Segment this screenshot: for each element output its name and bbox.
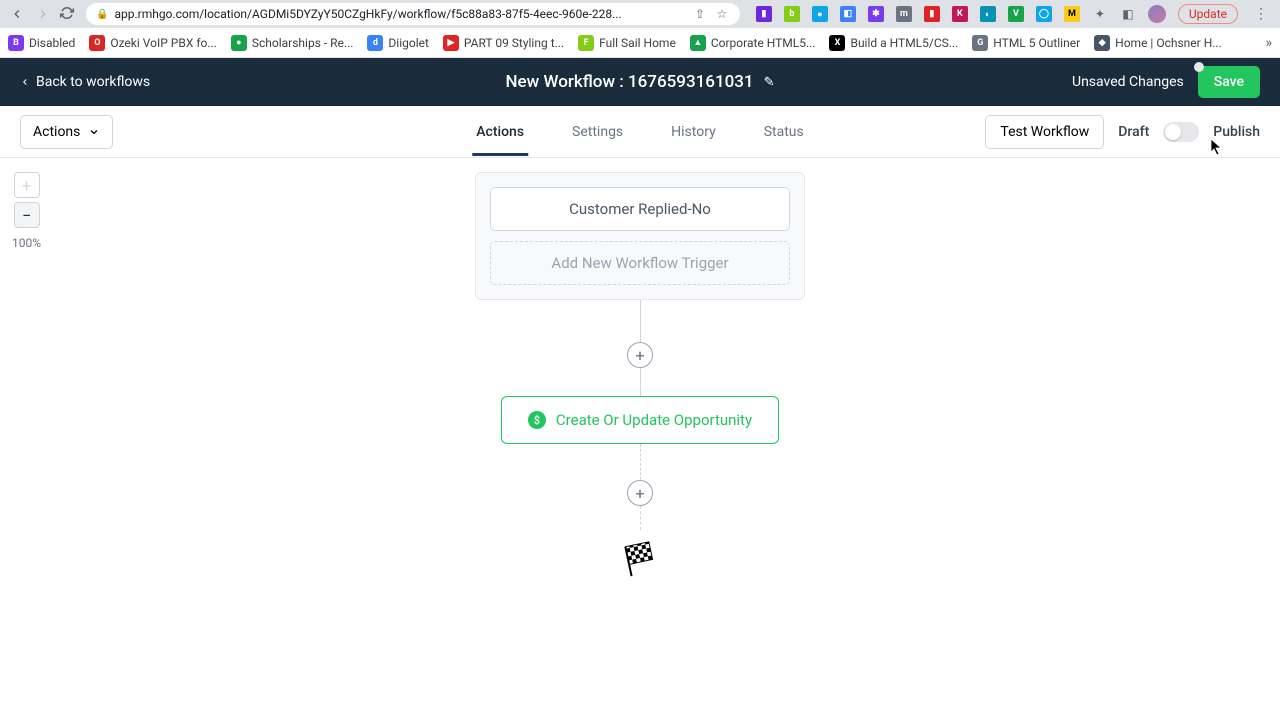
workflow-title: New Workflow : 1676593161031 ✎ <box>505 72 774 92</box>
url-text: app.rmhgo.com/location/AGDMi5DYZyY50CZgH… <box>114 7 685 21</box>
share-icon[interactable]: ⇧ <box>692 6 708 22</box>
trigger-node[interactable]: Customer Replied-No <box>490 187 790 231</box>
actions-label: Actions <box>33 124 80 140</box>
bookmark-item[interactable]: ◆Home | Ochsner H... <box>1094 35 1222 51</box>
test-workflow-button[interactable]: Test Workflow <box>985 115 1104 149</box>
bookmark-label: HTML 5 Outliner <box>993 36 1080 50</box>
zoom-controls: + − 100% <box>12 172 41 250</box>
reload-button[interactable] <box>60 5 78 23</box>
extension-icon[interactable]: ▮ <box>756 6 772 22</box>
extension-icon[interactable]: ● <box>812 6 828 22</box>
connector-line-dashed <box>640 444 641 480</box>
tab-actions[interactable]: Actions <box>472 109 528 155</box>
extension-icon[interactable]: ◧ <box>840 6 856 22</box>
workflow-canvas[interactable]: + − 100% Customer Replied-No Add New Wor… <box>0 158 1280 720</box>
trigger-container: Customer Replied-No Add New Workflow Tri… <box>475 172 805 300</box>
chevron-down-icon <box>88 126 100 138</box>
edit-title-icon[interactable]: ✎ <box>764 75 775 90</box>
zoom-percent: 100% <box>12 236 41 250</box>
title-text: New Workflow : 1676593161031 <box>505 72 753 92</box>
dollar-icon: $ <box>528 411 546 429</box>
save-button[interactable]: Save <box>1198 66 1260 98</box>
workflow-toolbar: Actions Actions Settings History Status … <box>0 106 1280 158</box>
bookmark-label: PART 09 Styling t... <box>464 36 564 50</box>
extension-icon[interactable]: K <box>952 6 968 22</box>
zoom-out-button[interactable]: − <box>14 202 40 228</box>
workflow-flow: Customer Replied-No Add New Workflow Tri… <box>475 172 805 582</box>
save-label: Save <box>1214 74 1244 90</box>
extension-icon[interactable]: b <box>784 6 800 22</box>
browser-toolbar: 🔒 app.rmhgo.com/location/AGDMi5DYZyY50CZ… <box>0 0 1280 28</box>
address-bar[interactable]: 🔒 app.rmhgo.com/location/AGDMi5DYZyY50CZ… <box>86 3 740 25</box>
bookmarks-bar: BDisabled OOzeki VoIP PBX fo... ●Scholar… <box>0 28 1280 58</box>
browser-menu-icon[interactable]: ⋮ <box>1250 6 1272 22</box>
extension-icon[interactable]: V <box>1008 6 1024 22</box>
add-trigger-button[interactable]: Add New Workflow Trigger <box>490 241 790 285</box>
back-button[interactable] <box>8 5 26 23</box>
add-step-button[interactable]: + <box>627 480 653 506</box>
save-indicator-dot <box>1194 62 1204 72</box>
connector-line <box>640 368 641 396</box>
extension-icon[interactable]: ▮ <box>924 6 940 22</box>
publish-toggle[interactable] <box>1163 122 1199 142</box>
tab-status[interactable]: Status <box>760 109 808 155</box>
action-label: Create Or Update Opportunity <box>556 411 752 429</box>
zoom-in-button[interactable]: + <box>14 172 40 198</box>
tab-settings[interactable]: Settings <box>568 109 627 155</box>
bookmark-item[interactable]: OOzeki VoIP PBX fo... <box>89 35 217 51</box>
bookmark-label: Corporate HTML5... <box>711 36 816 50</box>
bookmark-label: Diigolet <box>388 36 429 50</box>
bookmark-item[interactable]: ●Scholarships - Re... <box>231 35 354 51</box>
action-node-opportunity[interactable]: $ Create Or Update Opportunity <box>501 396 779 444</box>
bookmark-item[interactable]: ▲Corporate HTML5... <box>690 35 816 51</box>
back-to-workflows-link[interactable]: Back to workflows <box>20 74 150 90</box>
extension-icon[interactable]: M <box>1064 6 1080 22</box>
bookmark-item[interactable]: BDisabled <box>8 35 75 51</box>
bookmark-star-icon[interactable]: ☆ <box>714 6 730 22</box>
extensions-icon[interactable]: ✦ <box>1092 6 1108 22</box>
bookmark-label: Disabled <box>29 36 75 50</box>
bookmark-item[interactable]: FFull Sail Home <box>578 35 676 51</box>
bookmarks-overflow[interactable]: » <box>1265 35 1272 51</box>
chevron-left-icon <box>20 75 30 89</box>
connector-line <box>640 300 641 342</box>
back-label: Back to workflows <box>36 74 150 90</box>
extensions-row: ▮ b ● ◧ ✱ m ▮ K ◐ V ◯ M ✦ ◧ Update ⋮ <box>748 4 1272 24</box>
app-header: Back to workflows New Workflow : 1676593… <box>0 58 1280 106</box>
extension-icon[interactable]: m <box>896 6 912 22</box>
actions-dropdown[interactable]: Actions <box>20 115 113 149</box>
bookmark-label: Full Sail Home <box>599 36 676 50</box>
bookmark-label: Build a HTML5/CS... <box>850 36 958 50</box>
bookmark-label: Scholarships - Re... <box>252 36 354 50</box>
add-step-button[interactable]: + <box>627 342 653 368</box>
toggle-knob <box>1165 124 1181 140</box>
connector-line-dashed <box>640 506 641 530</box>
extension-icon[interactable]: ✱ <box>868 6 884 22</box>
tab-bar: Actions Settings History Status <box>472 109 807 155</box>
publish-label: Publish <box>1213 124 1260 140</box>
bookmark-item[interactable]: XBuild a HTML5/CS... <box>829 35 958 51</box>
end-flag-icon <box>620 538 660 582</box>
forward-button[interactable] <box>34 5 52 23</box>
bookmark-item[interactable]: dDiigolet <box>367 35 429 51</box>
bookmark-label: Home | Ochsner H... <box>1115 36 1222 50</box>
bookmark-item[interactable]: ▶PART 09 Styling t... <box>443 35 564 51</box>
update-button[interactable]: Update <box>1178 4 1238 24</box>
lock-icon: 🔒 <box>96 9 108 20</box>
sidepanel-icon[interactable]: ◧ <box>1120 6 1136 22</box>
extension-icon[interactable]: ◐ <box>980 6 996 22</box>
bookmark-item[interactable]: GHTML 5 Outliner <box>972 35 1080 51</box>
extension-icon[interactable]: ◯ <box>1036 6 1052 22</box>
draft-label: Draft <box>1118 124 1149 140</box>
tab-history[interactable]: History <box>667 109 720 155</box>
unsaved-changes-label: Unsaved Changes <box>1072 74 1184 90</box>
profile-avatar[interactable] <box>1148 5 1166 23</box>
bookmark-label: Ozeki VoIP PBX fo... <box>110 36 217 50</box>
